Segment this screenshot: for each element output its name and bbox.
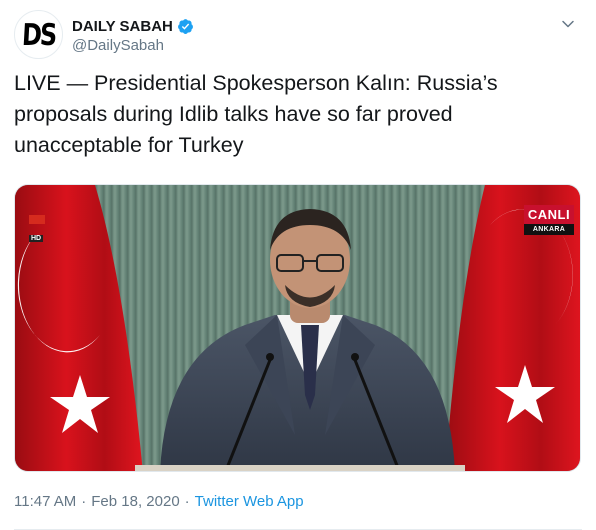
location-badge-label: ANKARA [524, 224, 574, 235]
account-names: DAILY SABAH @DailySabah [72, 16, 194, 54]
meta-separator: · [81, 493, 87, 510]
verified-badge-icon [177, 18, 193, 34]
tweet-date[interactable]: Feb 18, 2020 [91, 493, 179, 510]
display-name-row: DAILY SABAH [72, 16, 194, 36]
tweet-time[interactable]: 11:47 AM [14, 493, 76, 510]
tweet-source-link[interactable]: Twitter Web App [195, 493, 304, 510]
channel-logo: HD [29, 215, 47, 242]
handle[interactable]: @DailySabah [72, 37, 194, 54]
tweet-text: LIVE — Presidential Spokesperson Kalın: … [14, 71, 498, 157]
tweet-card: DS DAILY SABAH @DailySabah LIVE — Presid… [0, 0, 596, 530]
tweet-meta: 11:47 AM · Feb 18, 2020 · Twitter Web Ap… [14, 493, 304, 510]
video-frame [15, 185, 580, 471]
meta-separator-2: · [184, 493, 190, 510]
channel-logo-text: HD [29, 235, 44, 242]
avatar-logo: DS [20, 17, 57, 52]
turkish-flag-icon [29, 215, 45, 224]
avatar[interactable]: DS [14, 10, 63, 59]
chevron-down-icon[interactable] [558, 14, 578, 34]
live-badge-label: CANLI [524, 205, 574, 224]
live-badge: CANLI ANKARA [524, 205, 574, 235]
tweet-header: DS DAILY SABAH @DailySabah [14, 10, 582, 60]
display-name[interactable]: DAILY SABAH [72, 18, 173, 35]
tweet-media-video[interactable]: HD CANLI ANKARA [14, 184, 581, 472]
